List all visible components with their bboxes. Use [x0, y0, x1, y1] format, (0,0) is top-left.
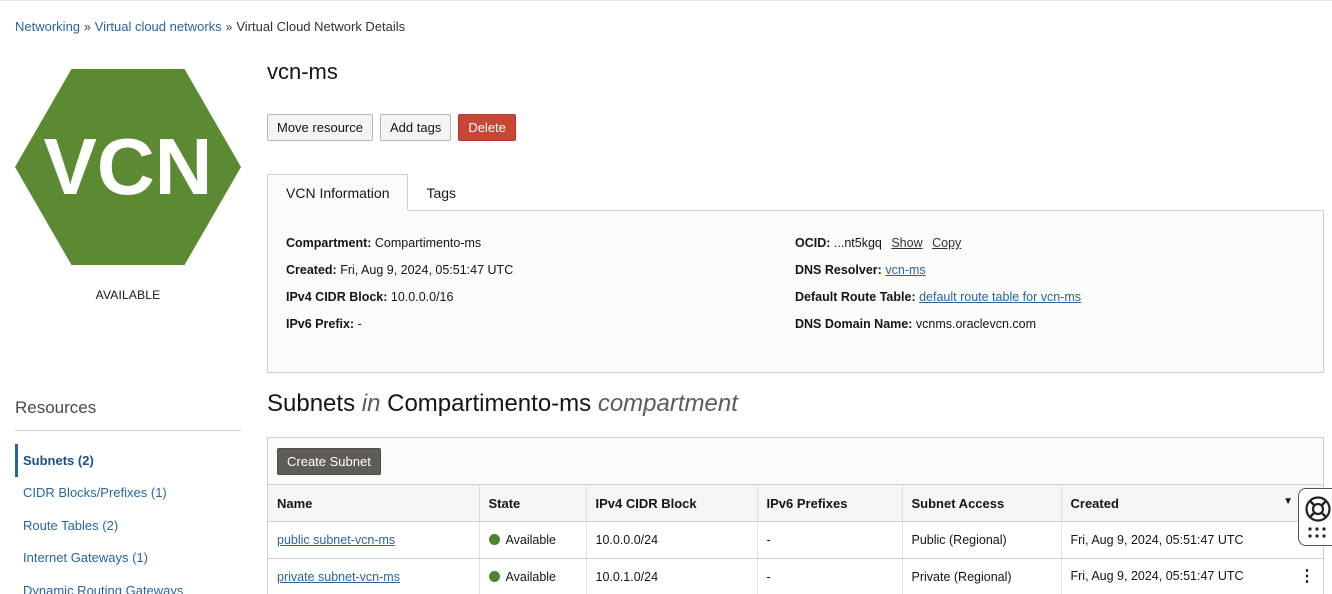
default-route-table-label: Default Route Table:: [795, 290, 916, 304]
tab-vcn-information[interactable]: VCN Information: [267, 174, 409, 211]
status-dot-icon: [488, 571, 500, 582]
created-header-label: Created: [1070, 495, 1119, 511]
created-value: Fri, Aug 9, 2024, 05:51:47 UTC: [340, 263, 514, 277]
info-default-route-table: Default Route Table: default route table…: [795, 290, 1081, 317]
resource-item-internet-gateways[interactable]: Internet Gateways (1): [15, 542, 241, 575]
info-ocid: OCID: ...nt5kgq Show Copy: [795, 236, 1081, 263]
subnets-table: Name State IPv4 CIDR Block IPv6 Prefixes…: [268, 484, 1323, 594]
resource-item-subnets[interactable]: Subnets (2): [15, 444, 241, 477]
table-toolbar: Create Subnet: [268, 438, 1323, 484]
subnet-ipv4-cell: 10.0.1.0/24: [586, 558, 758, 594]
section-title-main: Subnets: [267, 390, 356, 417]
resources-heading: Resources: [15, 398, 97, 417]
grid-dots-icon[interactable]: [1308, 527, 1328, 539]
subnet-state: Available: [505, 533, 557, 547]
column-header-state[interactable]: State: [479, 484, 587, 522]
subnet-ipv6-cell: -: [757, 558, 903, 594]
column-header-ipv4-cidr[interactable]: IPv4 CIDR Block: [586, 484, 758, 522]
top-divider: [0, 0, 1332, 1]
ocid-value: ...nt5kgq: [833, 236, 882, 250]
breadcrumb-separator: »: [225, 19, 233, 34]
sort-down-icon[interactable]: ▼: [1283, 496, 1293, 507]
ocid-show-link[interactable]: Show: [891, 236, 922, 250]
subnet-name-link[interactable]: public subnet-vcn-ms: [277, 533, 395, 547]
subnet-created-cell: Fri, Aug 9, 2024, 05:51:47 UTC: [1061, 521, 1323, 559]
add-tags-button[interactable]: Add tags: [379, 114, 452, 141]
info-dns-domain: DNS Domain Name: vcnms.oraclevcn.com: [795, 317, 1081, 344]
create-subnet-button[interactable]: Create Subnet: [277, 447, 381, 475]
lifecycle-status: AVAILABLE: [95, 288, 161, 302]
subnet-name-cell: private subnet-vcn-ms: [268, 558, 480, 594]
kebab-menu-icon[interactable]: ⋮: [1299, 569, 1315, 585]
subnet-created-cell: Fri, Aug 9, 2024, 05:51:47 UTC ⋮: [1061, 558, 1323, 594]
move-resource-button[interactable]: Move resource: [267, 114, 373, 141]
subnet-created: Fri, Aug 9, 2024, 05:51:47 UTC: [1070, 533, 1244, 547]
subnet-state-cell: Available: [479, 558, 587, 594]
subnet-access-cell: Public (Regional): [902, 521, 1062, 559]
created-label: Created:: [286, 263, 337, 277]
info-tabs: VCN Information Tags: [267, 174, 474, 211]
help-widget[interactable]: [1298, 488, 1332, 546]
compartment-value: Compartimento-ms: [374, 236, 482, 250]
section-title-in: in: [361, 390, 381, 417]
resource-item-dynamic-routing-gateways[interactable]: Dynamic Routing Gateways: [15, 574, 241, 594]
table-row: private subnet-vcn-ms Available 10.0.1.0…: [268, 558, 1323, 594]
info-ipv6-prefix: IPv6 Prefix: -: [286, 317, 513, 344]
column-header-created[interactable]: Created ▼: [1061, 484, 1323, 522]
default-route-table-link[interactable]: default route table for vcn-ms: [919, 290, 1081, 304]
ipv6-prefix-value: -: [357, 317, 362, 331]
column-header-ipv6-prefixes[interactable]: IPv6 Prefixes: [757, 484, 903, 522]
subnet-name-link[interactable]: private subnet-vcn-ms: [277, 570, 400, 584]
table-row: public subnet-vcn-ms Available 10.0.0.0/…: [268, 521, 1323, 559]
compartment-label: Compartment:: [286, 236, 372, 250]
subnets-table-panel: Create Subnet Name State IPv4 CIDR Block…: [267, 437, 1324, 594]
ipv6-prefix-label: IPv6 Prefix:: [286, 317, 355, 331]
breadcrumb-separator: »: [84, 19, 91, 34]
delete-button[interactable]: Delete: [458, 114, 516, 141]
dns-domain-value: vcnms.oraclevcn.com: [915, 317, 1037, 331]
ipv4-cidr-label: IPv4 CIDR Block:: [286, 290, 388, 304]
action-bar: Move resource Add tags Delete: [267, 114, 516, 141]
section-title-suffix: compartment: [597, 390, 738, 417]
resources-menu: Subnets (2) CIDR Blocks/Prefixes (1) Rou…: [15, 444, 241, 594]
breadcrumb-networking[interactable]: Networking: [15, 19, 80, 34]
vcn-information-panel: Compartment: Compartimento-ms Created: F…: [267, 210, 1324, 373]
info-compartment: Compartment: Compartimento-ms: [286, 236, 513, 263]
page-title: vcn-ms: [267, 59, 338, 84]
resource-item-route-tables[interactable]: Route Tables (2): [15, 509, 241, 542]
info-dns-resolver: DNS Resolver: vcn-ms: [795, 263, 1081, 290]
column-header-subnet-access[interactable]: Subnet Access: [902, 484, 1062, 522]
breadcrumb-current: Virtual Cloud Network Details: [236, 19, 406, 34]
subnet-state-cell: Available: [479, 521, 587, 559]
section-title-compartment: Compartimento-ms: [387, 390, 592, 417]
vcn-hexagon-badge: VCN: [15, 69, 241, 265]
info-ipv4-cidr: IPv4 CIDR Block: 10.0.0.0/16: [286, 290, 513, 317]
status-dot-icon: [488, 534, 500, 545]
subnet-access-cell: Private (Regional): [902, 558, 1062, 594]
subnet-created: Fri, Aug 9, 2024, 05:51:47 UTC: [1070, 569, 1244, 583]
column-header-name[interactable]: Name: [268, 484, 480, 522]
info-column-right: OCID: ...nt5kgq Show Copy DNS Resolver: …: [795, 236, 1081, 344]
ocid-copy-link[interactable]: Copy: [932, 236, 961, 250]
subnet-ipv6-cell: -: [757, 521, 903, 559]
tab-tags[interactable]: Tags: [408, 174, 474, 211]
resources-divider: [15, 430, 241, 431]
info-column-left: Compartment: Compartimento-ms Created: F…: [286, 236, 513, 344]
subnet-ipv4-cell: 10.0.0.0/24: [586, 521, 758, 559]
lifebuoy-icon[interactable]: [1304, 495, 1332, 523]
subnet-name-cell: public subnet-vcn-ms: [268, 521, 480, 559]
badge-text: VCN: [44, 122, 213, 211]
dns-domain-label: DNS Domain Name:: [795, 317, 913, 331]
resource-item-cidr-blocks[interactable]: CIDR Blocks/Prefixes (1): [15, 477, 241, 510]
breadcrumb: Networking » Virtual cloud networks » Vi…: [15, 19, 405, 34]
subnets-section-title: Subnets in Compartimento-ms compartment: [267, 390, 738, 418]
dns-resolver-link[interactable]: vcn-ms: [885, 263, 925, 277]
ipv4-cidr-value: 10.0.0.0/16: [390, 290, 454, 304]
ocid-label: OCID:: [795, 236, 831, 250]
dns-resolver-label: DNS Resolver:: [795, 263, 882, 277]
info-created: Created: Fri, Aug 9, 2024, 05:51:47 UTC: [286, 263, 513, 290]
table-header-row: Name State IPv4 CIDR Block IPv6 Prefixes…: [268, 484, 1323, 522]
subnet-state: Available: [505, 570, 557, 584]
breadcrumb-virtual-cloud-networks[interactable]: Virtual cloud networks: [95, 19, 222, 34]
